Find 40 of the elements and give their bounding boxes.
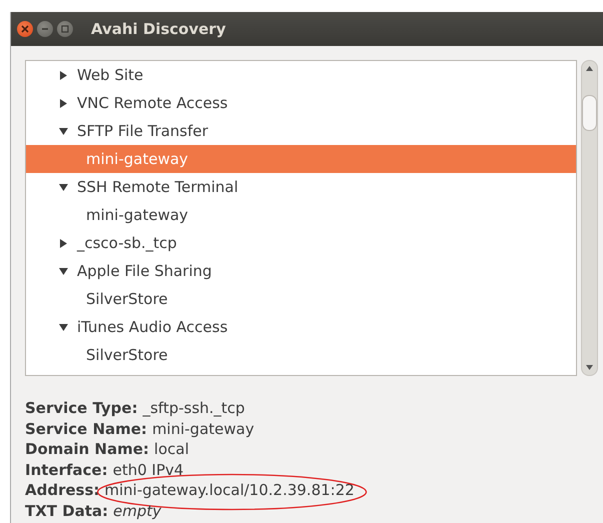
- maximize-button[interactable]: [57, 21, 73, 37]
- tree-item[interactable]: iTunes Audio Access: [26, 313, 576, 341]
- expander-icon[interactable]: [59, 70, 68, 80]
- minimize-icon: [41, 25, 49, 33]
- tree-item[interactable]: _csco-sb._tcp: [26, 229, 576, 257]
- scroll-thumb[interactable]: [582, 95, 597, 131]
- scrollbar[interactable]: [581, 60, 598, 376]
- tree-item[interactable]: Apple File Sharing: [26, 257, 576, 285]
- expander-icon[interactable]: [59, 238, 68, 248]
- tree-item[interactable]: VNC Remote Access: [26, 89, 576, 117]
- detail-label: TXT Data:: [25, 500, 108, 521]
- close-button[interactable]: [17, 21, 33, 37]
- close-icon: [21, 25, 29, 33]
- detail-label: Domain Name:: [25, 439, 150, 460]
- detail-label: Service Type:: [25, 398, 138, 418]
- scroll-up-icon[interactable]: [586, 66, 593, 71]
- expander-icon[interactable]: [59, 266, 68, 276]
- tree-item[interactable]: SilverStore: [26, 285, 576, 313]
- maximize-icon: [61, 25, 69, 33]
- tree-item[interactable]: mini-gateway: [26, 201, 576, 229]
- detail-value: mini-gateway: [152, 418, 254, 439]
- tree-item[interactable]: SSH Remote Terminal: [26, 173, 576, 201]
- expander-icon[interactable]: [59, 98, 68, 108]
- tree-item[interactable]: SFTP File Transfer: [26, 117, 576, 145]
- detail-value: local: [154, 439, 189, 460]
- tree-item[interactable]: SilverStore: [26, 341, 576, 369]
- expander-icon[interactable]: [59, 126, 68, 136]
- detail-value: _sftp-ssh._tcp: [142, 398, 245, 418]
- detail-label: Address:: [25, 480, 100, 500]
- detail-label: Interface:: [25, 460, 108, 480]
- window-title: Avahi Discovery: [91, 20, 226, 38]
- detail-value: eth0 IPv4: [112, 460, 184, 480]
- detail-value: mini-gateway.local/10.2.39.81:22: [104, 480, 354, 500]
- expander-icon[interactable]: [59, 182, 68, 192]
- detail-value: empty: [113, 500, 162, 521]
- detail-label: Service Name:: [25, 418, 148, 439]
- scroll-down-icon[interactable]: [586, 365, 593, 370]
- expander-icon[interactable]: [59, 322, 68, 332]
- tree-item[interactable]: Web Site: [26, 61, 576, 89]
- minimize-button[interactable]: [37, 21, 53, 37]
